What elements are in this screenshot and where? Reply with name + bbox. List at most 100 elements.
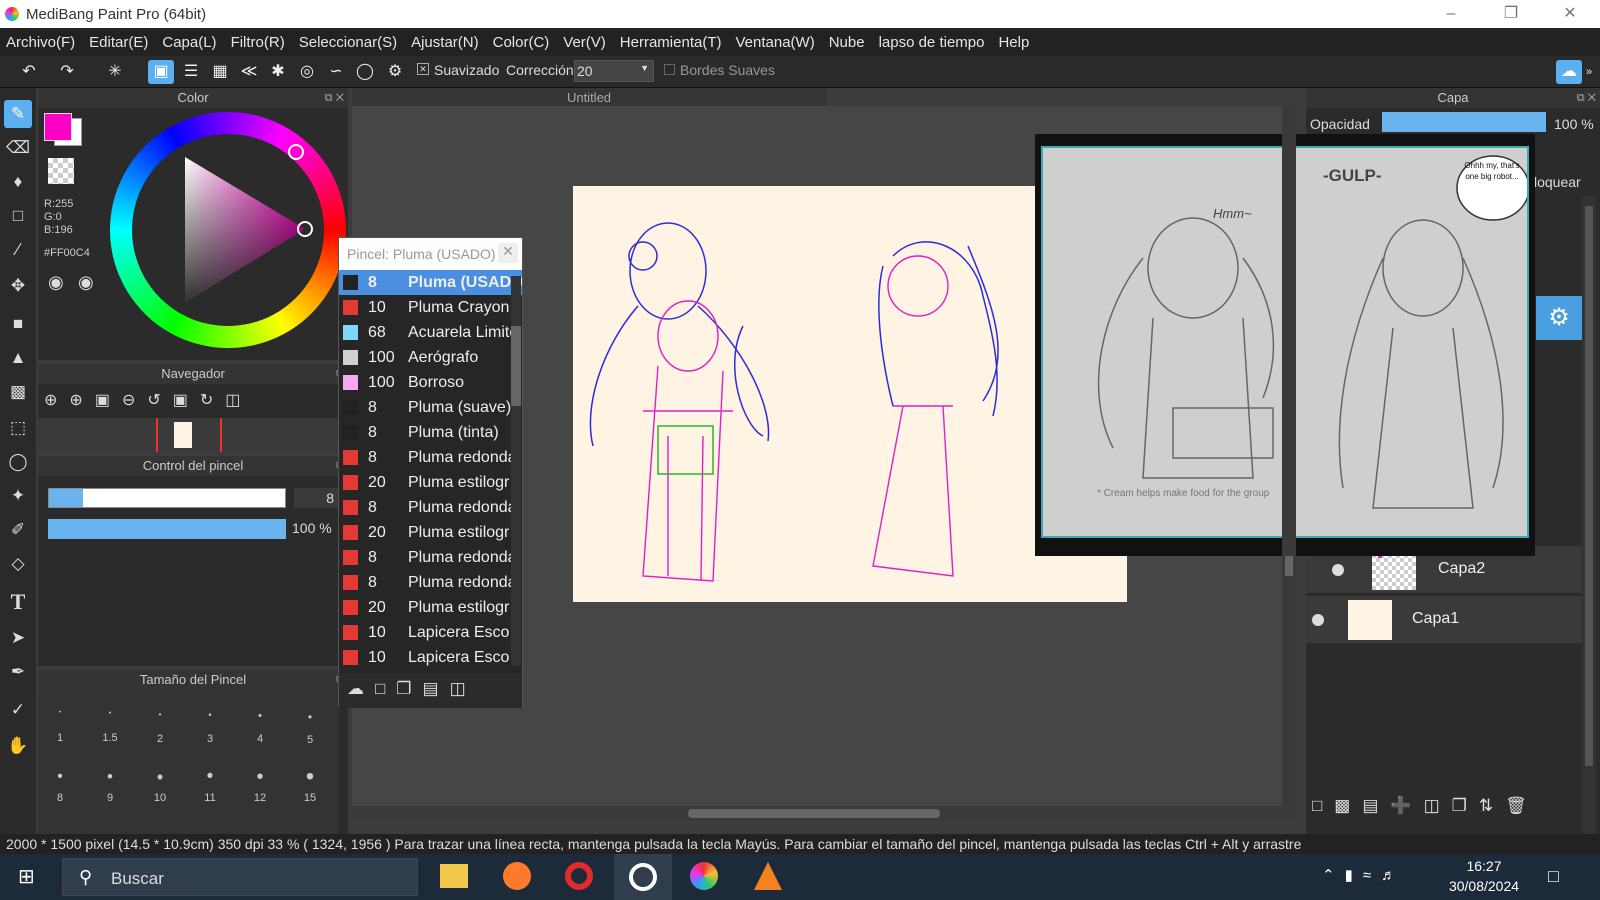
layer-settings-icon[interactable]: ⚙ — [1536, 296, 1582, 340]
parallel-snap-icon[interactable]: ☰ — [178, 60, 204, 84]
close-button[interactable]: ✕ — [1559, 3, 1581, 25]
vertical-scrollbar[interactable] — [1282, 106, 1296, 806]
brush-list-item[interactable]: 8 Pluma redonda — [339, 445, 522, 470]
volume-icon[interactable]: ♬ — [1381, 867, 1406, 884]
brush-list-item[interactable]: 8 Pluma (tinta) — [339, 420, 522, 445]
chevron-up-icon[interactable]: ⌃ — [1322, 867, 1345, 884]
soft-edges-checkbox[interactable] — [664, 64, 675, 75]
merge-layer-icon[interactable]: ⇅ — [1479, 796, 1505, 815]
file-explorer-icon[interactable] — [440, 864, 468, 888]
rotate-left-icon[interactable]: ↺ — [147, 392, 172, 409]
brush-list-item[interactable]: 8 Pluma (suave) — [339, 395, 522, 420]
close-icon[interactable]: ✕ — [498, 243, 518, 263]
foreground-color-swatch[interactable] — [44, 113, 72, 141]
brush-size-value[interactable]: 8 — [294, 488, 340, 508]
add-layer-icon[interactable]: ➕ — [1390, 796, 1423, 815]
palette-settings-icon[interactable]: ◉ — [78, 272, 94, 293]
brush-opacity-slider[interactable] — [48, 519, 286, 539]
menu-ajustar[interactable]: Ajustar(N) — [411, 34, 479, 51]
fit-icon[interactable]: ▣ — [95, 392, 122, 409]
actual-size-icon[interactable]: ▣ — [173, 392, 200, 409]
brush-settings-icon[interactable]: ▤ — [423, 679, 450, 698]
brush-list-scrollbar[interactable] — [511, 276, 521, 666]
divide-tool-icon[interactable]: ✒ — [4, 658, 32, 686]
shape-tool-icon[interactable]: □ — [4, 202, 32, 230]
menu-filtro[interactable]: Filtro(R) — [231, 34, 285, 51]
minimize-button[interactable]: – — [1440, 3, 1462, 25]
expand-icon[interactable]: » — [1582, 60, 1596, 84]
brush-list-item[interactable]: 100 Borroso — [339, 370, 522, 395]
concentric-snap-icon[interactable]: ◎ — [294, 60, 320, 84]
text-tool-icon[interactable]: T — [4, 588, 32, 616]
layer-row[interactable]: Capa1 — [1306, 596, 1582, 644]
redo-icon[interactable]: ↷ — [54, 60, 80, 84]
navigator-preview[interactable] — [38, 418, 348, 452]
brush-list-item[interactable]: 20 Pluma estilogr — [339, 520, 522, 545]
document-tab[interactable]: Untitled — [352, 88, 826, 108]
brush-list-item[interactable]: 10 Lapicera Esco — [339, 620, 522, 645]
dot-eraser-icon[interactable]: ♦ — [4, 168, 32, 196]
clock[interactable]: 16:27 30/08/2024 — [1446, 858, 1522, 894]
layer-scrollbar[interactable] — [1582, 196, 1596, 876]
brush-list-item[interactable]: 10 Pluma Crayon — [339, 295, 522, 320]
bucket-tool-icon[interactable]: ▲ — [4, 344, 32, 372]
panel-close-icon[interactable]: ⧉ ✕ — [325, 88, 344, 108]
brush-list-item[interactable]: 8 Pluma redonda — [339, 570, 522, 595]
undo-icon[interactable]: ↶ — [16, 60, 42, 84]
size-cell[interactable]: • 1 — [40, 710, 80, 744]
notifications-icon[interactable]: □ — [1548, 866, 1559, 887]
menu-help[interactable]: Help — [998, 34, 1029, 51]
snap-none-icon[interactable]: ▣ — [148, 60, 174, 84]
flip-icon[interactable]: ◫ — [225, 392, 252, 409]
horizontal-scrollbar[interactable] — [352, 806, 1296, 820]
taskbar-search[interactable]: ⚲ Buscar — [62, 858, 418, 896]
move-tool-icon[interactable]: ✥ — [4, 272, 32, 300]
brush-tool-icon[interactable]: ✎ — [4, 100, 32, 128]
new-halftone-layer-icon[interactable]: ▩ — [1334, 796, 1362, 815]
brush-list-item[interactable]: 20 Pluma estilogr — [339, 470, 522, 495]
size-cell[interactable]: • 5 — [290, 710, 330, 746]
wifi-icon[interactable]: ≈ — [1363, 867, 1381, 884]
visibility-icon[interactable] — [1312, 614, 1324, 626]
menu-editar[interactable]: Editar(E) — [89, 34, 148, 51]
battery-icon[interactable]: ▮ — [1345, 867, 1363, 884]
duplicate-brush-icon[interactable]: ❐ — [396, 679, 422, 698]
visibility-icon[interactable] — [1332, 564, 1344, 576]
vlc-icon[interactable] — [754, 862, 782, 890]
snap-settings-icon[interactable]: ⚙ — [382, 60, 408, 84]
delete-layer-icon[interactable]: 🗑 — [1505, 796, 1539, 815]
size-cell[interactable]: • 10 — [140, 768, 180, 804]
layer-opacity-slider[interactable] — [1382, 112, 1546, 132]
size-cell[interactable]: • 2 — [140, 710, 180, 745]
size-cell[interactable]: • 3 — [190, 710, 230, 745]
new-brush-icon[interactable]: □ — [375, 679, 396, 698]
brush-size-slider[interactable] — [48, 488, 286, 508]
hand-tool-icon[interactable]: ✋ — [4, 732, 32, 760]
radial-snap-icon[interactable]: ✱ — [265, 60, 291, 84]
menu-archivo[interactable]: Archivo(F) — [6, 34, 75, 51]
smoothing-checkbox[interactable]: ✕ — [417, 63, 429, 75]
operation-tool-icon[interactable]: ➤ — [4, 624, 32, 652]
download-brush-icon[interactable]: ☁ — [347, 679, 375, 698]
saturation-triangle[interactable] — [110, 112, 346, 348]
menu-seleccionar[interactable]: Seleccionar(S) — [299, 34, 397, 51]
size-cell[interactable]: • 9 — [90, 768, 130, 805]
folder-icon[interactable]: ◫ — [1424, 796, 1452, 815]
eyedropper-icon[interactable]: ✓ — [4, 696, 32, 724]
menu-color[interactable]: Color(C) — [493, 34, 550, 51]
size-cell[interactable]: • 15 — [290, 765, 330, 805]
zoom-plus-icon[interactable]: ⊕ — [69, 392, 94, 409]
brush-list-item[interactable]: 100 Aerógrafo — [339, 345, 522, 370]
menu-ver[interactable]: Ver(V) — [563, 34, 606, 51]
new-layer-icon[interactable]: □ — [1312, 796, 1334, 815]
brush-list-item[interactable]: 8 Pluma redonda — [339, 495, 522, 520]
grid-snap-icon[interactable]: ▦ — [207, 60, 233, 84]
correction-select[interactable]: 20 ▼ — [574, 60, 654, 82]
magic-wand-icon[interactable]: ✦ — [4, 482, 32, 510]
select-tool-icon[interactable]: ⬚ — [4, 414, 32, 442]
menu-lapso[interactable]: lapso de tiempo — [879, 34, 985, 51]
cloud-icon[interactable]: ☁ — [1556, 60, 1582, 84]
fill-rect-icon[interactable]: ■ — [4, 310, 32, 338]
transparent-color-swatch[interactable] — [48, 158, 74, 184]
line-tool-icon[interactable]: ∕ — [4, 236, 32, 264]
